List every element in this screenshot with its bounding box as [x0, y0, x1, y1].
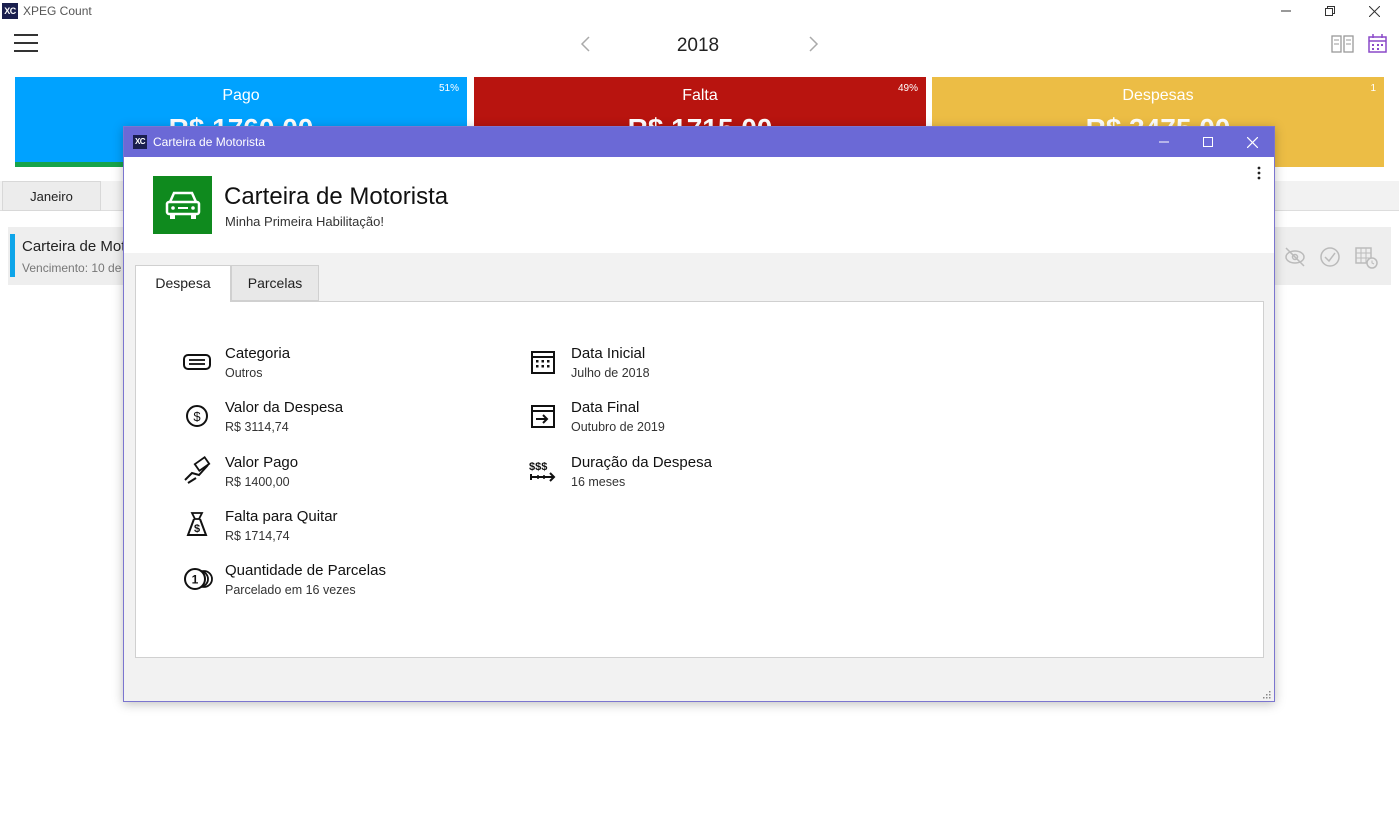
list-item-accent [10, 234, 15, 277]
dialog-window-title: Carteira de Motorista [153, 135, 266, 149]
menu-icon[interactable] [14, 34, 38, 54]
year-label: 2018 [676, 35, 720, 56]
dialog-logo: XC [133, 135, 147, 149]
dollar-circle-icon: $ [182, 401, 212, 431]
expense-dialog: XC Carteira de Motorista Carteira de Mot… [123, 126, 1275, 702]
dialog-header: Carteira de Motorista Minha Primeira Hab… [124, 157, 1274, 253]
field-value: Outubro de 2019 [571, 420, 665, 434]
field-label: Data Inicial [571, 345, 646, 362]
calendar-icon[interactable] [1367, 33, 1391, 55]
field-label: Valor da Despesa [225, 399, 344, 416]
dialog-titlebar: XC Carteira de Motorista [124, 127, 1274, 157]
close-button[interactable] [1352, 0, 1396, 22]
list-item-subtitle: Vencimento: 10 de [22, 261, 122, 275]
despesa-panel: Categoria Outros $ Valor da Despesa R$ 3… [135, 301, 1264, 658]
card-percent: 51% [438, 83, 459, 94]
table-clock-icon[interactable] [1354, 245, 1378, 269]
chevron-left-icon[interactable] [578, 34, 594, 54]
field-label: Valor Pago [225, 454, 299, 471]
duration-icon: $$$ [528, 456, 558, 486]
field-label: Falta para Quitar [225, 508, 338, 525]
calendar-icon [528, 347, 558, 377]
card-percent: 49% [897, 83, 918, 94]
minimize-button[interactable] [1264, 0, 1308, 22]
field-label: Categoria [225, 345, 291, 362]
hide-icon[interactable] [1283, 245, 1307, 269]
field-value: Parcelado em 16 vezes [225, 583, 356, 597]
svg-text:1: 1 [192, 573, 199, 587]
field-value: R$ 1400,00 [225, 475, 290, 489]
more-options-icon[interactable] [1256, 165, 1262, 181]
category-icon [182, 347, 212, 377]
hand-money-icon [182, 456, 212, 486]
close-icon [1368, 5, 1380, 17]
svg-text:$: $ [193, 409, 201, 424]
restore-button[interactable] [1308, 0, 1352, 22]
close-icon [1246, 136, 1258, 148]
field-label: Quantidade de Parcelas [225, 562, 386, 579]
tab-janeiro[interactable]: Janeiro [2, 181, 101, 211]
columns-view-icon[interactable] [1331, 33, 1355, 55]
coins-icon: 1 [182, 564, 213, 594]
restore-icon [1325, 6, 1335, 16]
dialog-subtitle: Minha Primeira Habilitação! [225, 214, 384, 229]
check-circle-icon[interactable] [1318, 245, 1342, 269]
tab-parcelas[interactable]: Parcelas [231, 265, 319, 301]
app-logo: XC [2, 3, 18, 19]
card-title: Despesas [1122, 87, 1194, 104]
field-value: Julho de 2018 [571, 366, 650, 380]
money-bag-icon: $ [182, 510, 212, 540]
card-title: Falta [682, 87, 718, 104]
card-percent: 1 [1370, 83, 1376, 94]
field-value: R$ 1714,74 [225, 529, 290, 543]
minimize-icon [1281, 10, 1291, 12]
app-title: XPEG Count [23, 4, 92, 18]
field-label: Data Final [571, 399, 640, 416]
svg-text:$$$: $$$ [529, 461, 547, 473]
dialog-close-button[interactable] [1230, 127, 1274, 157]
chevron-right-icon[interactable] [805, 34, 821, 54]
tab-despesa[interactable]: Despesa [135, 265, 231, 302]
dialog-title: Carteira de Motorista [224, 183, 449, 210]
dialog-maximize-button[interactable] [1186, 127, 1230, 157]
card-title: Pago [222, 87, 260, 104]
dialog-minimize-button[interactable] [1142, 127, 1186, 157]
svg-text:$: $ [194, 523, 200, 535]
maximize-icon [1203, 137, 1213, 147]
minimize-icon [1159, 141, 1169, 143]
field-value: R$ 3114,74 [225, 420, 289, 434]
app-titlebar: XC XPEG Count [0, 0, 1399, 22]
field-value: 16 meses [571, 475, 626, 489]
resize-grip-icon[interactable] [1261, 688, 1271, 699]
calendar-end-icon [528, 401, 558, 431]
field-label: Duração da Despesa [571, 454, 712, 471]
car-icon [153, 176, 212, 234]
field-value: Outros [225, 366, 263, 380]
